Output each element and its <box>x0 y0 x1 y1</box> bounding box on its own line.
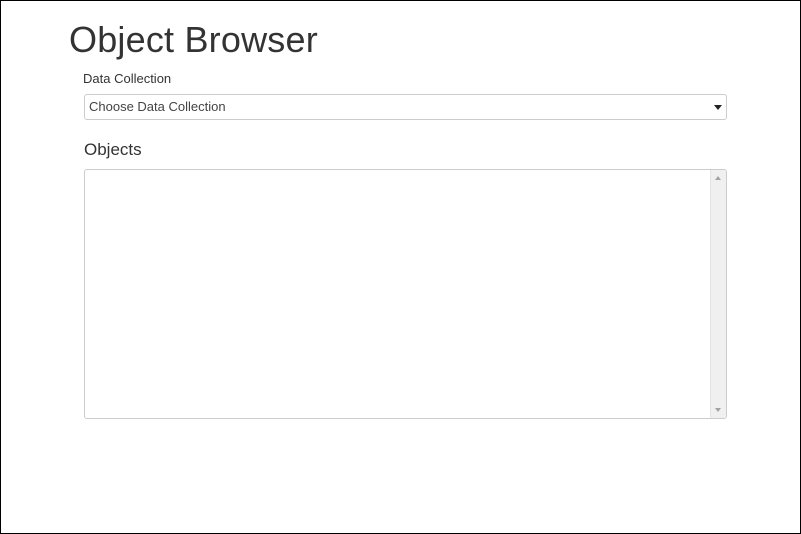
caret-down-icon <box>714 105 722 110</box>
data-collection-selected-value: Choose Data Collection <box>89 99 226 114</box>
objects-heading: Objects <box>84 140 142 159</box>
data-collection-select[interactable]: Choose Data Collection <box>84 94 727 120</box>
scroll-down-button[interactable] <box>711 402 726 418</box>
data-collection-label: Data Collection <box>83 71 172 86</box>
scroll-up-button[interactable] <box>711 170 726 186</box>
scroll-down-arrow-icon <box>715 408 721 412</box>
window-frame: Object Browser Data Collection Choose Da… <box>0 0 801 534</box>
objects-listbox[interactable] <box>84 169 727 419</box>
scroll-up-arrow-icon <box>715 176 721 180</box>
objects-list-content <box>85 170 710 418</box>
objects-scrollbar[interactable] <box>710 170 726 418</box>
page-title: Object Browser <box>69 19 318 60</box>
